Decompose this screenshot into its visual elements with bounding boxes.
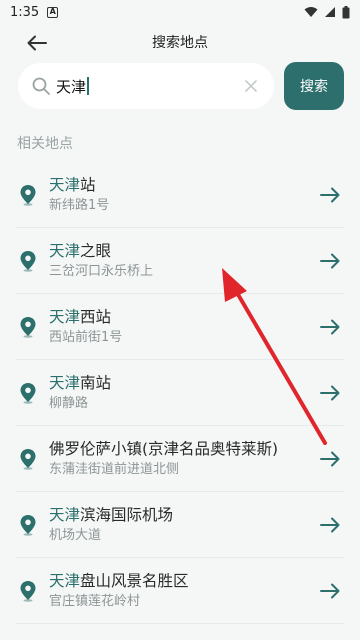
clear-search-button[interactable] xyxy=(240,75,262,97)
place-name-rest: 滨海国际机场 xyxy=(80,505,174,524)
place-name-rest: 站 xyxy=(80,175,96,194)
battery-icon xyxy=(342,5,350,18)
arrow-right-icon[interactable] xyxy=(318,447,342,471)
status-bar: 1:35 A xyxy=(0,0,360,24)
place-address: 东蒲洼街道前进道北侧 xyxy=(49,461,180,477)
top-nav: 搜索地点 xyxy=(0,24,360,60)
place-result-texts: 天津南站柳静路 xyxy=(49,373,318,413)
map-pin-icon xyxy=(18,579,38,603)
place-name: 佛罗伦萨小镇(京津名品奥特莱斯) xyxy=(49,439,318,459)
close-icon xyxy=(245,80,257,92)
place-name-highlight: 天津 xyxy=(49,505,81,524)
place-result-item[interactable]: 天津之眼三岔河口永乐桥上 xyxy=(16,228,344,294)
place-address: 西站前街1号 xyxy=(49,329,123,345)
status-icons xyxy=(304,5,350,19)
search-button[interactable]: 搜索 xyxy=(284,62,344,110)
place-name: 天津盘山风景名胜区 xyxy=(49,571,318,591)
place-name: 天津站 xyxy=(49,175,318,195)
place-name-highlight: 天津 xyxy=(49,307,81,326)
text-caret xyxy=(87,77,89,95)
place-name: 天津之眼 xyxy=(49,241,318,261)
place-result-item[interactable]: 天津西站西站前街1号 xyxy=(16,294,344,360)
map-pin-icon xyxy=(18,513,38,537)
place-result-texts: 天津盘山风景名胜区官庄镇莲花岭村 xyxy=(49,571,318,611)
place-name-highlight: 天津 xyxy=(49,373,81,392)
arrow-right-icon[interactable] xyxy=(318,381,342,405)
section-label-related-places: 相关地点 xyxy=(17,136,73,152)
signal-icon xyxy=(325,7,335,17)
arrow-right-icon[interactable] xyxy=(318,183,342,207)
place-result-item[interactable]: 天津站新纬路1号 xyxy=(16,162,344,228)
place-address: 三岔河口永乐桥上 xyxy=(49,263,154,279)
map-pin-icon xyxy=(18,183,38,207)
place-address: 柳静路 xyxy=(49,395,89,411)
map-pin-icon xyxy=(18,447,38,471)
search-row: 天津 搜索 xyxy=(0,61,360,111)
arrow-right-icon[interactable] xyxy=(318,579,342,603)
map-pin-icon xyxy=(18,249,38,273)
place-name-highlight: 天津 xyxy=(49,175,81,194)
notification-a-icon: A xyxy=(47,6,59,18)
place-name-rest: 之眼 xyxy=(80,241,112,260)
place-name-highlight: 天津 xyxy=(49,241,81,260)
place-result-texts: 天津站新纬路1号 xyxy=(49,175,318,215)
place-result-texts: 天津滨海国际机场机场大道 xyxy=(49,505,318,545)
arrow-right-icon[interactable] xyxy=(318,315,342,339)
place-address: 官庄镇莲花岭村 xyxy=(49,593,141,609)
place-name-highlight: 天津 xyxy=(49,571,81,590)
place-address: 新纬路1号 xyxy=(49,197,110,213)
arrow-left-icon xyxy=(27,35,47,51)
page-title: 搜索地点 xyxy=(152,35,208,51)
place-result-texts: 天津之眼三岔河口永乐桥上 xyxy=(49,241,318,281)
place-name-rest: 佛罗伦萨小镇(京津名品奥特莱斯) xyxy=(49,439,279,458)
place-result-texts: 佛罗伦萨小镇(京津名品奥特莱斯) 东蒲洼街道前进道北侧 xyxy=(49,439,318,479)
place-name: 天津滨海国际机场 xyxy=(49,505,318,525)
place-result-texts: 天津西站西站前街1号 xyxy=(49,307,318,347)
place-name-rest: 盘山风景名胜区 xyxy=(80,571,189,590)
map-pin-icon xyxy=(18,315,38,339)
place-address: 机场大道 xyxy=(49,527,102,543)
search-input-value[interactable]: 天津 xyxy=(56,76,240,97)
back-button[interactable] xyxy=(24,30,50,56)
results-list: 天津站 新纬路1号 天津之眼 三岔河口永乐桥上 天津西站 西站前街1号 天津南站 柳静路 佛罗伦… xyxy=(0,162,360,624)
place-result-item[interactable]: 天津南站柳静路 xyxy=(16,360,344,426)
place-result-item[interactable]: 天津盘山风景名胜区官庄镇莲花岭村 xyxy=(16,558,344,624)
place-name-rest: 南站 xyxy=(80,373,112,392)
arrow-right-icon[interactable] xyxy=(318,249,342,273)
place-name: 天津西站 xyxy=(49,307,318,327)
status-time: 1:35 xyxy=(10,4,40,20)
place-name: 天津南站 xyxy=(49,373,318,393)
place-result-item[interactable]: 佛罗伦萨小镇(京津名品奥特莱斯) 东蒲洼街道前进道北侧 xyxy=(16,426,344,492)
wifi-icon xyxy=(304,7,318,17)
arrow-right-icon[interactable] xyxy=(318,513,342,537)
magnifier-icon xyxy=(30,75,52,97)
map-pin-icon xyxy=(18,381,38,405)
search-input[interactable]: 天津 xyxy=(18,63,274,109)
place-name-rest: 西站 xyxy=(80,307,112,326)
search-query-text: 天津 xyxy=(56,77,87,96)
place-result-item[interactable]: 天津滨海国际机场机场大道 xyxy=(16,492,344,558)
